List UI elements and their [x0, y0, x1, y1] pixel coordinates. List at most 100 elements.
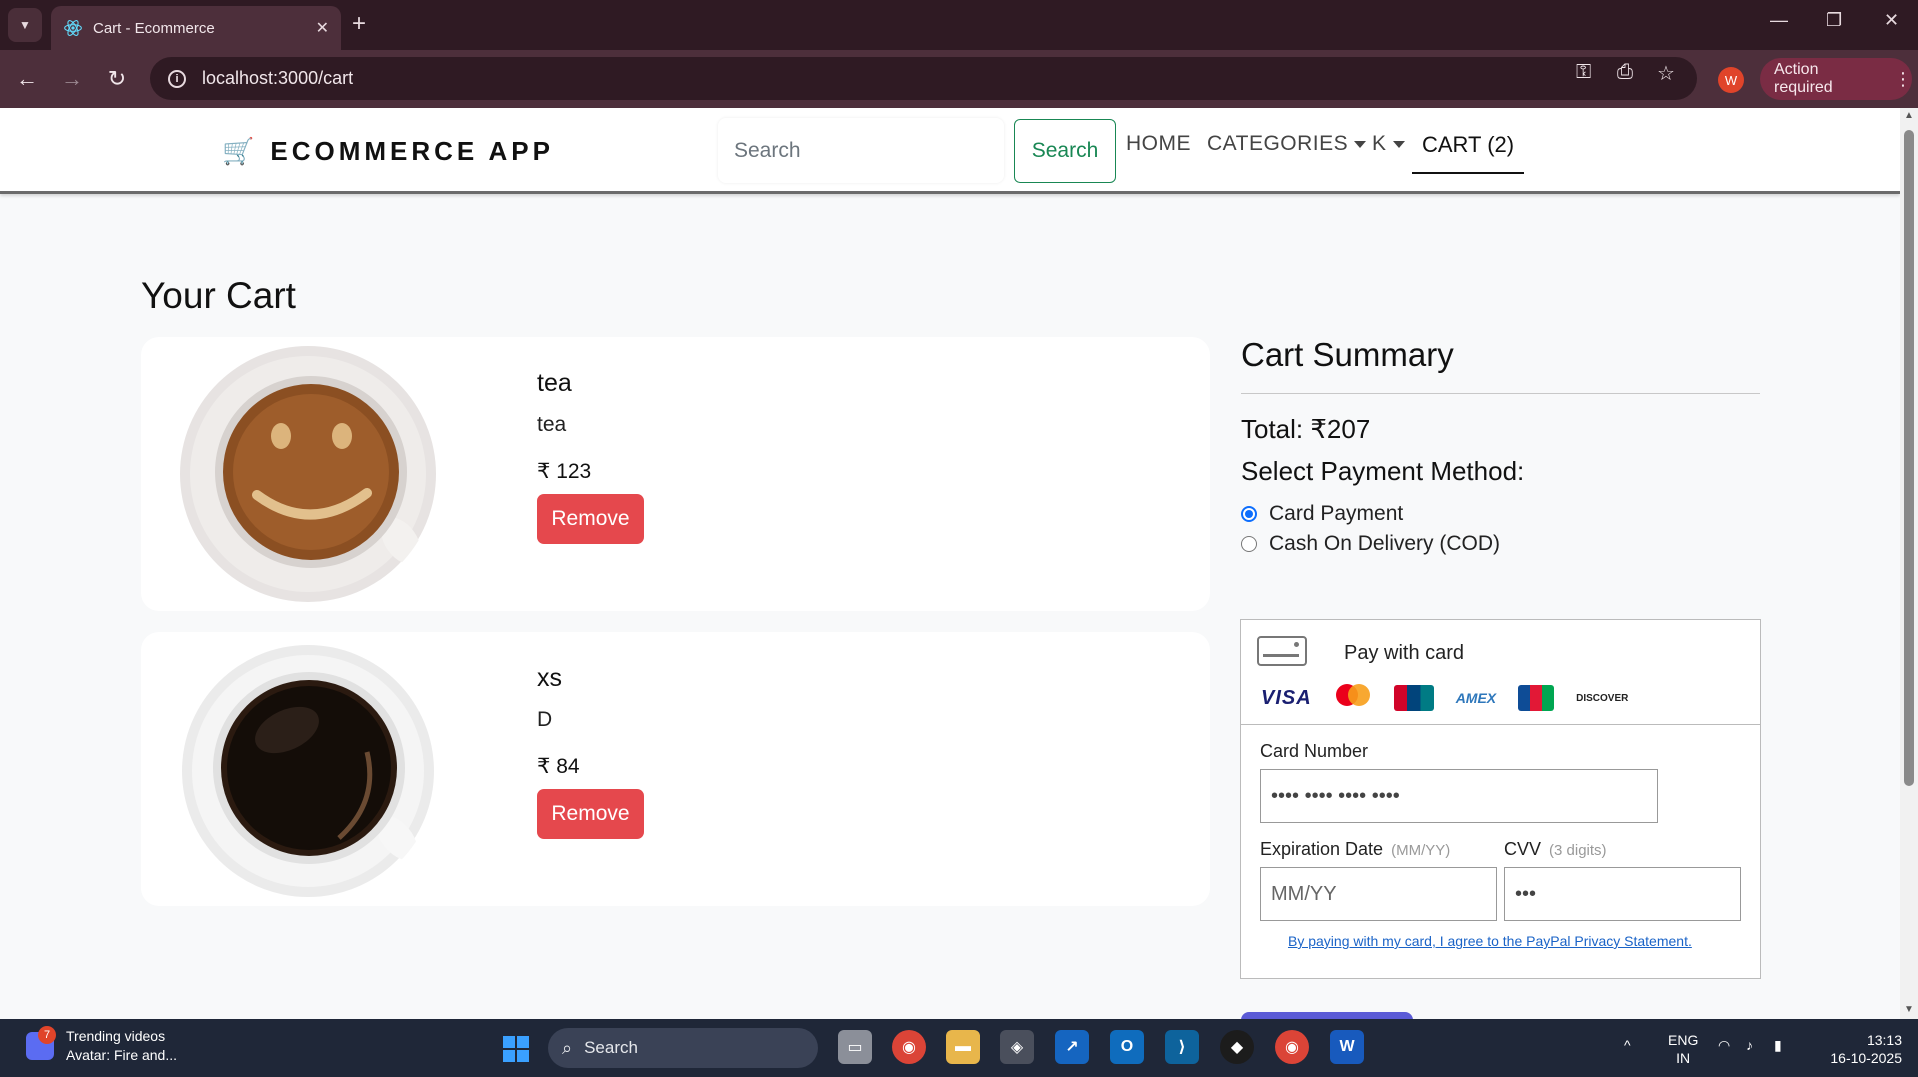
radio-checked-icon[interactable]: [1241, 506, 1257, 522]
page-scrollbar[interactable]: ▲ ▼: [1900, 108, 1918, 1019]
expiration-date-label: Expiration Date (MM/YY): [1260, 839, 1451, 859]
windows-start-icon[interactable]: [503, 1036, 529, 1062]
credit-card-icon: [1257, 636, 1307, 666]
summary-divider: [1241, 393, 1760, 394]
tab-search-chevron-icon[interactable]: ▼: [8, 8, 42, 42]
item-price: ₹ 84: [537, 755, 580, 778]
radio-label: Cash On Delivery (COD): [1269, 532, 1501, 555]
paypal-privacy-link[interactable]: By paying with my card, I agree to the P…: [1288, 933, 1692, 949]
new-tab-icon[interactable]: +: [352, 10, 366, 38]
remove-button[interactable]: Remove: [537, 789, 644, 839]
item-description: tea: [537, 413, 567, 436]
jcb-logo-icon: [1518, 685, 1555, 711]
outlook-icon[interactable]: O: [1110, 1030, 1144, 1064]
tab-close-icon[interactable]: ✕: [316, 18, 329, 38]
card-number-input[interactable]: •••• •••• •••• ••••: [1260, 769, 1658, 823]
chrome-profile-icon[interactable]: ◉: [1275, 1030, 1309, 1064]
show-hidden-icons-icon[interactable]: ^: [1624, 1037, 1631, 1053]
scroll-thumb[interactable]: [1904, 130, 1914, 786]
volume-icon[interactable]: ♪: [1746, 1037, 1753, 1053]
scroll-up-icon[interactable]: ▲: [1904, 110, 1914, 121]
taskbar-search[interactable]: ⌕ Search: [548, 1028, 818, 1068]
close-window-icon[interactable]: ✕: [1884, 10, 1899, 31]
cart-item-card: xs D ₹ 84 Remove: [141, 632, 1210, 906]
chrome-icon[interactable]: ◉: [892, 1030, 926, 1064]
cvv-label: CVV (3 digits): [1504, 839, 1607, 859]
scroll-down-icon[interactable]: ▼: [1904, 1004, 1914, 1015]
cvv-input[interactable]: •••: [1504, 867, 1741, 921]
item-name: xs: [537, 664, 562, 692]
back-icon[interactable]: ←: [12, 64, 42, 94]
caret-down-icon: [1392, 140, 1405, 148]
wifi-icon[interactable]: ◠: [1718, 1037, 1730, 1054]
word-icon[interactable]: W: [1330, 1030, 1364, 1064]
expiration-date-input[interactable]: MM/YY: [1260, 867, 1497, 921]
remove-button[interactable]: Remove: [537, 494, 644, 544]
card-brand-logos: VISA AMEX DISCOVER: [1261, 684, 1629, 715]
search-icon: ⌕: [562, 1037, 573, 1058]
expiration-hint: (MM/YY): [1391, 842, 1451, 859]
system-clock[interactable]: 13:13 16-10-2025: [1818, 1031, 1902, 1067]
address-bar[interactable]: i localhost:3000/cart: [150, 57, 1697, 100]
item-name: tea: [537, 369, 572, 397]
radio-unchecked-icon[interactable]: [1241, 536, 1257, 552]
brand-link[interactable]: 🛒 ECOMMERCE APP: [222, 136, 554, 167]
widget-subtitle: Avatar: Fire and...: [66, 1047, 178, 1063]
password-key-icon[interactable]: ⚿: [1576, 61, 1591, 84]
card-payment-form: Pay with card VISA AMEX DISCOVER Card Nu…: [1240, 619, 1761, 979]
item-price: ₹ 123: [537, 460, 592, 483]
windows-taskbar: 7 Trending videos Avatar: Fire and... ⌕ …: [0, 1019, 1918, 1077]
forward-icon[interactable]: →: [57, 64, 87, 94]
browser-tab-bar: ▼ Cart - Ecommerce ✕ + — ❐ ✕: [0, 0, 1918, 50]
visa-logo-icon: VISA: [1261, 686, 1312, 709]
action-required-button[interactable]: Action required ⋮: [1760, 58, 1912, 100]
brand-name: ECOMMERCE APP: [270, 136, 554, 166]
nav-user-dropdown[interactable]: K: [1372, 132, 1405, 156]
nav-cart-link[interactable]: CART (2): [1412, 124, 1525, 174]
language-indicator[interactable]: ENG IN: [1668, 1031, 1698, 1067]
video-widget-icon: 7: [26, 1026, 56, 1060]
profile-avatar[interactable]: W: [1718, 67, 1744, 93]
url-text: localhost:3000/cart: [202, 68, 354, 88]
file-explorer-icon[interactable]: ▬: [946, 1030, 980, 1064]
widget-badge: 7: [38, 1026, 56, 1044]
unionpay-logo-icon: [1393, 685, 1434, 711]
page-title: Your Cart: [141, 275, 296, 316]
discover-logo-icon: DISCOVER: [1576, 692, 1629, 715]
task-view-icon[interactable]: ▭: [838, 1030, 872, 1064]
restore-icon[interactable]: ❐: [1826, 10, 1842, 31]
card-form-header: Pay with card VISA AMEX DISCOVER: [1241, 620, 1760, 725]
battery-icon[interactable]: ▮: [1774, 1037, 1782, 1054]
analytics-app-icon[interactable]: ↗: [1055, 1030, 1089, 1064]
pay-with-card-heading: Pay with card: [1344, 642, 1465, 664]
browser-menu-icon[interactable]: ⋮: [1894, 69, 1912, 90]
cart-summary-title: Cart Summary: [1241, 336, 1454, 373]
vscode-icon[interactable]: ⟩: [1165, 1030, 1199, 1064]
payment-method-heading: Select Payment Method:: [1241, 456, 1525, 486]
cvv-hint: (3 digits): [1549, 842, 1607, 859]
taskbar-search-label: Search: [584, 1038, 638, 1057]
install-app-icon[interactable]: ⎙: [1617, 61, 1633, 84]
app-navbar: 🛒 ECOMMERCE APP Search HOME CATEGORIES K…: [0, 108, 1900, 194]
bookmark-star-icon[interactable]: ☆: [1657, 61, 1675, 86]
minimize-icon[interactable]: —: [1770, 10, 1788, 31]
news-widget[interactable]: 7 Trending videos Avatar: Fire and...: [26, 1026, 178, 1065]
search-button[interactable]: Search: [1014, 119, 1116, 183]
radio-card-payment[interactable]: Card Payment: [1241, 502, 1403, 526]
search-input[interactable]: [718, 118, 1004, 183]
mongodb-compass-icon[interactable]: ◆: [1220, 1030, 1254, 1064]
tab-title: Cart - Ecommerce: [93, 19, 215, 37]
item-description: D: [537, 708, 553, 731]
cart-item-card: tea tea ₹ 123 Remove: [141, 337, 1210, 611]
nav-home-link[interactable]: HOME: [1126, 132, 1191, 156]
nav-categories-dropdown[interactable]: CATEGORIES: [1207, 132, 1367, 156]
shopping-cart-icon: 🛒: [222, 136, 255, 166]
unity-icon[interactable]: ◈: [1000, 1030, 1034, 1064]
black-coffee-cup-image: [182, 645, 434, 897]
browser-toolbar: ← → ↻ i localhost:3000/cart ⚿ ⎙ ☆: [0, 50, 1918, 108]
browser-tab[interactable]: Cart - Ecommerce ✕: [51, 6, 341, 50]
site-info-icon[interactable]: i: [168, 69, 186, 88]
reload-icon[interactable]: ↻: [102, 64, 132, 94]
radio-cash-on-delivery[interactable]: Cash On Delivery (COD): [1241, 532, 1500, 556]
latte-coffee-cup-image: [180, 346, 436, 602]
